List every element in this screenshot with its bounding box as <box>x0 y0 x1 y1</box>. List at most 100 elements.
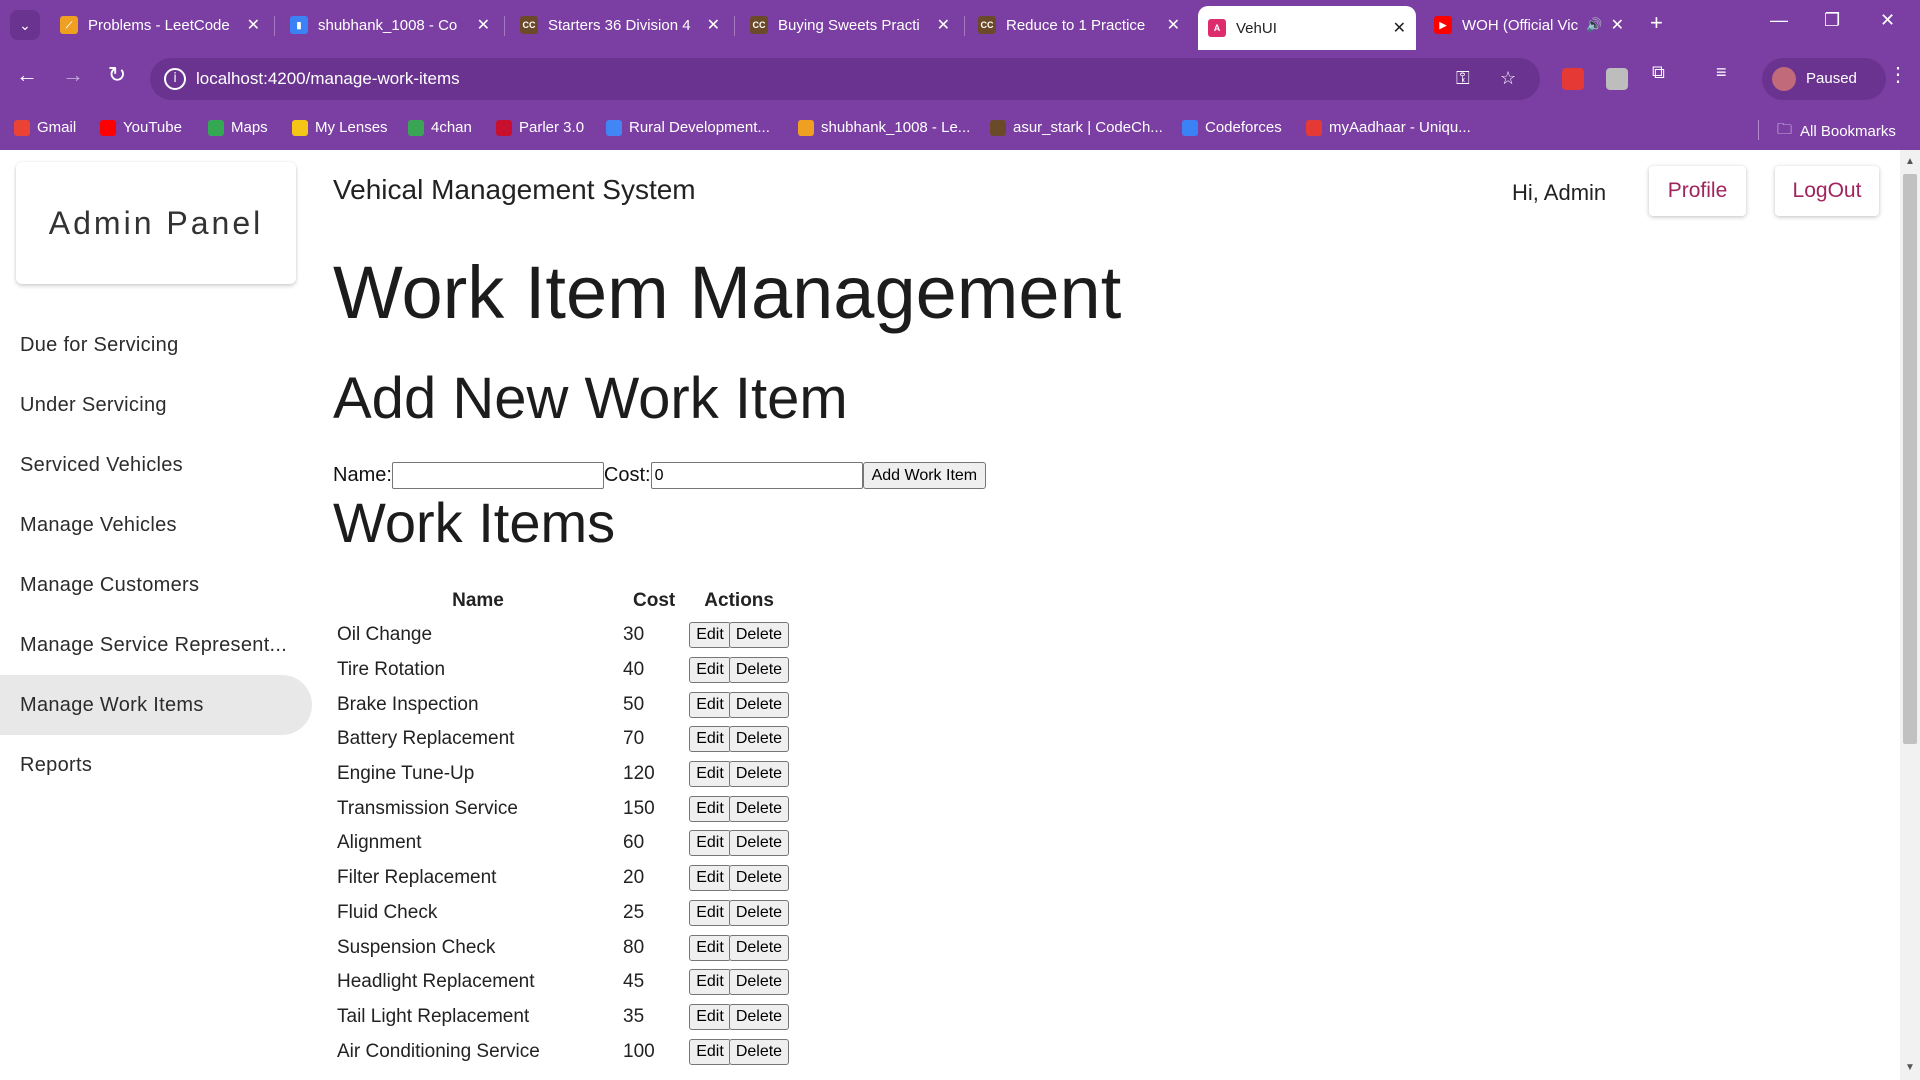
delete-button[interactable]: Delete <box>728 1038 790 1065</box>
delete-button[interactable]: Delete <box>728 934 790 961</box>
scroll-down-arrow-icon[interactable]: ▼ <box>1905 1062 1915 1073</box>
tab-close-icon[interactable]: ✕ <box>707 15 720 35</box>
tab-close-icon[interactable]: ✕ <box>247 15 260 35</box>
bookmark-item[interactable]: Codeforces <box>1182 119 1282 136</box>
edit-button[interactable]: Edit <box>689 726 731 753</box>
browser-tab[interactable]: CC Reduce to 1 Practice ✕ <box>968 8 1190 42</box>
work-item-cost: 30 <box>623 624 645 646</box>
edit-button[interactable]: Edit <box>689 830 731 857</box>
close-window-icon[interactable]: ✕ <box>1880 10 1895 31</box>
column-header-name: Name <box>452 590 504 611</box>
sidebar-item-under-servicing[interactable]: Under Servicing <box>0 375 312 435</box>
profile-button[interactable]: Paused <box>1762 58 1886 100</box>
bookmark-item[interactable]: asur_stark | CodeCh... <box>990 119 1163 136</box>
avatar <box>1772 67 1796 91</box>
sidebar-item-manage-vehicles[interactable]: Manage Vehicles <box>0 495 312 555</box>
delete-button[interactable]: Delete <box>728 830 790 857</box>
sidebar-item-reports[interactable]: Reports <box>0 735 312 795</box>
sidebar-item-due-for-servicing[interactable]: Due for Servicing <box>0 315 312 375</box>
bookmark-item[interactable]: myAadhaar - Uniqu... <box>1306 119 1471 136</box>
tab-close-icon[interactable]: ✕ <box>1393 18 1406 38</box>
tab-close-icon[interactable]: ✕ <box>477 15 490 35</box>
delete-button[interactable]: Delete <box>728 761 790 788</box>
tab-title: Buying Sweets Practi <box>778 16 920 34</box>
cost-input[interactable] <box>650 462 863 489</box>
work-item-name: Battery Replacement <box>337 728 515 750</box>
all-bookmarks-button[interactable]: 🗀 All Bookmarks <box>1777 119 1896 144</box>
address-url[interactable]: localhost:4200/manage-work-items <box>196 69 460 89</box>
media-control-icon[interactable]: ≡ <box>1716 62 1727 83</box>
delete-button[interactable]: Delete <box>728 1003 790 1030</box>
sidebar-item-manage-service-represent[interactable]: Manage Service Represent... <box>0 615 312 675</box>
edit-button[interactable]: Edit <box>689 622 731 649</box>
bookmark-item[interactable]: YouTube <box>100 119 182 136</box>
edit-button[interactable]: Edit <box>689 657 731 684</box>
extension-icon[interactable] <box>1606 68 1628 90</box>
restore-icon[interactable]: ❐ <box>1824 10 1840 31</box>
bookmark-item[interactable]: My Lenses <box>292 119 388 136</box>
edit-button[interactable]: Edit <box>689 691 731 718</box>
delete-button[interactable]: Delete <box>728 657 790 684</box>
password-key-icon[interactable]: ⚿ <box>1456 68 1470 89</box>
delete-button[interactable]: Delete <box>728 969 790 996</box>
edit-button[interactable]: Edit <box>689 1038 731 1065</box>
forward-arrow-icon[interactable]: → <box>56 62 90 88</box>
tab-close-icon[interactable]: ✕ <box>937 15 950 35</box>
bookmark-label: shubhank_1008 - Le... <box>821 119 971 136</box>
tab-close-icon[interactable]: ✕ <box>1167 15 1180 35</box>
extension-icon[interactable] <box>1562 68 1584 90</box>
bookmark-item[interactable]: Parler 3.0 <box>496 119 584 136</box>
tab-search-chevron-icon[interactable]: ⌄ <box>10 10 40 40</box>
edit-button[interactable]: Edit <box>689 899 731 926</box>
reload-icon[interactable]: ↻ <box>100 62 134 88</box>
scroll-up-arrow-icon[interactable]: ▲ <box>1905 156 1915 167</box>
edit-button[interactable]: Edit <box>689 761 731 788</box>
tab-close-icon[interactable]: ✕ <box>1611 15 1624 35</box>
browser-tab[interactable]: ▶ WOH (Official Vic 🔊 ✕ <box>1424 8 1634 42</box>
delete-button[interactable]: Delete <box>728 691 790 718</box>
address-bar[interactable]: i localhost:4200/manage-work-items ⚿ ☆ <box>150 58 1540 100</box>
delete-button[interactable]: Delete <box>728 795 790 822</box>
sidebar-item-serviced-vehicles[interactable]: Serviced Vehicles <box>0 435 312 495</box>
browser-tab[interactable]: ▮ shubhank_1008 - Co ✕ <box>280 8 500 42</box>
delete-button[interactable]: Delete <box>728 865 790 892</box>
bookmark-favicon-icon <box>100 119 116 136</box>
extensions-puzzle-icon[interactable]: ⧉ <box>1652 62 1665 83</box>
browser-tab[interactable]: A VehUI ✕ <box>1198 6 1416 50</box>
edit-button[interactable]: Edit <box>689 795 731 822</box>
tab-audio-icon[interactable]: 🔊 <box>1586 17 1602 33</box>
site-info-icon[interactable]: i <box>164 68 186 90</box>
bookmark-item[interactable]: shubhank_1008 - Le... <box>798 119 970 136</box>
row-actions: Edit Delete <box>685 826 793 861</box>
name-input[interactable] <box>391 462 604 489</box>
delete-button[interactable]: Delete <box>728 622 790 649</box>
profile-button[interactable]: Profile <box>1649 166 1746 216</box>
sidebar-item-manage-customers[interactable]: Manage Customers <box>0 555 312 615</box>
edit-button[interactable]: Edit <box>689 969 731 996</box>
new-tab-plus-icon[interactable]: + <box>1650 10 1663 36</box>
bookmark-star-icon[interactable]: ☆ <box>1500 68 1516 89</box>
sidebar-item-manage-work-items[interactable]: Manage Work Items <box>0 675 312 735</box>
delete-button[interactable]: Delete <box>728 726 790 753</box>
work-item-cost: 25 <box>623 901 645 923</box>
edit-button[interactable]: Edit <box>689 1003 731 1030</box>
browser-tab[interactable]: CC Starters 36 Division 4 ✕ <box>510 8 730 42</box>
browser-tab[interactable]: CC Buying Sweets Practi ✕ <box>740 8 960 42</box>
minimize-icon[interactable]: — <box>1770 10 1788 31</box>
edit-button[interactable]: Edit <box>689 934 731 961</box>
edit-button[interactable]: Edit <box>689 865 731 892</box>
row-actions: Edit Delete <box>685 722 793 757</box>
bookmark-item[interactable]: Maps <box>208 119 268 136</box>
bookmark-item[interactable]: 4chan <box>408 119 472 136</box>
add-work-item-button[interactable]: Add Work Item <box>862 462 987 489</box>
logout-button[interactable]: LogOut <box>1775 166 1879 216</box>
bookmark-item[interactable]: Rural Development... <box>606 119 770 136</box>
page-scrollbar[interactable]: ▲ ▼ <box>1900 150 1920 1080</box>
bookmark-item[interactable]: Gmail <box>14 119 76 136</box>
back-arrow-icon[interactable]: ← <box>10 62 44 88</box>
browser-tab[interactable]: ⟋ Problems - LeetCode ✕ <box>50 8 270 42</box>
browser-menu-icon[interactable]: ⋮ <box>1888 62 1908 87</box>
work-items-heading: Work Items <box>333 491 616 554</box>
scrollbar-thumb[interactable] <box>1903 174 1917 744</box>
delete-button[interactable]: Delete <box>728 899 790 926</box>
